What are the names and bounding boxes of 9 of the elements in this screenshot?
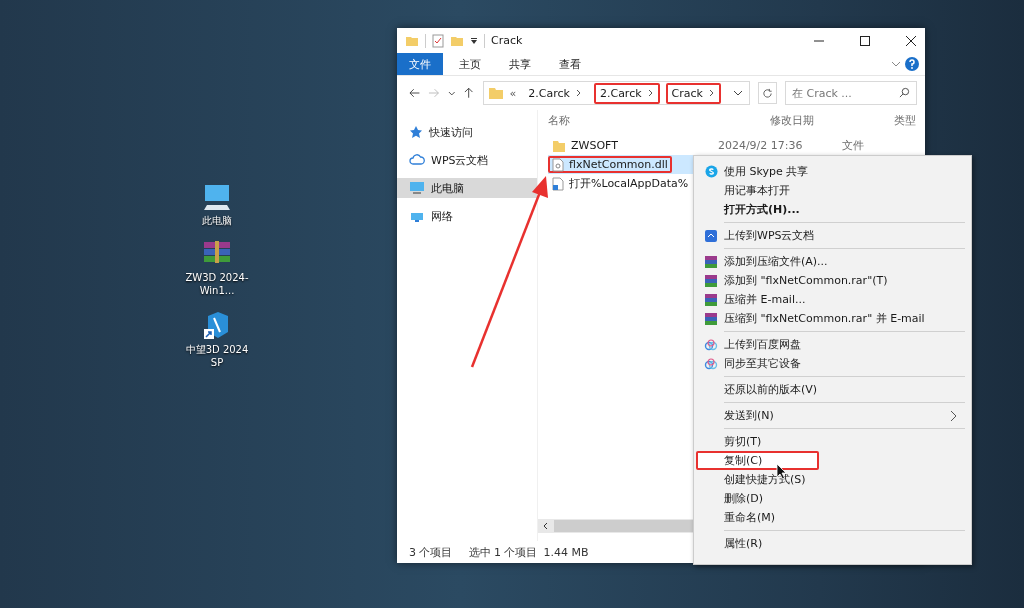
window-title: Crack [491, 34, 523, 47]
status-text: 1.44 MB [543, 545, 589, 559]
file-name: 打开%LocalAppData% [569, 176, 689, 191]
file-type: 文件 [841, 138, 864, 153]
status-text: 3 个项目 [409, 544, 453, 560]
file-name: ZWSOFT [571, 139, 618, 152]
modified-date: 2024/9/2 17:36 [717, 139, 803, 152]
file-name: flxNetCommon.dll [569, 158, 668, 171]
status-text: 选中 1 个项目 [468, 544, 538, 560]
